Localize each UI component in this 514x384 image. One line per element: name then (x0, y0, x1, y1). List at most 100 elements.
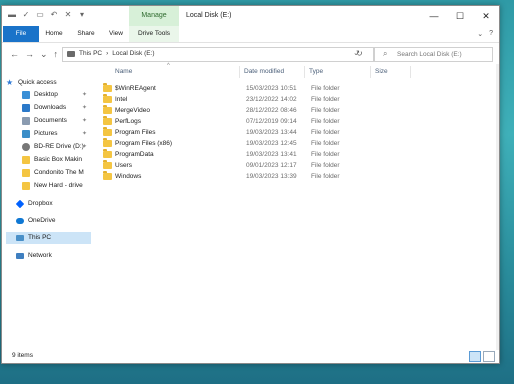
pin-icon: ✦ (81, 118, 87, 124)
folder-icon (103, 116, 112, 125)
file-name: Users (115, 162, 132, 169)
close-button[interactable]: ✕ (473, 6, 499, 26)
column-divider[interactable] (239, 66, 240, 78)
file-name: Program Files (x86) (115, 140, 173, 147)
status-bar: 9 items (2, 349, 499, 363)
sidebar-item-documents[interactable]: Documents ✦ (22, 115, 91, 127)
sidebar-item-basic-box[interactable]: Basic Box Makin (22, 154, 91, 166)
file-date: 15/03/2023 10:51 (246, 85, 297, 92)
navigation-pane: ★ Quick access Desktop ✦ Downloads ✦ Doc… (2, 64, 91, 350)
file-type: File folder (311, 173, 340, 180)
column-header-name[interactable]: Name (115, 68, 132, 75)
sidebar-item-downloads[interactable]: Downloads ✦ (22, 102, 91, 114)
file-type: File folder (311, 162, 340, 169)
table-row[interactable]: PerfLogs 07/12/2019 09:14 File folder (101, 116, 391, 127)
table-row[interactable]: Windows 19/03/2023 13:39 File folder (101, 171, 391, 182)
sidebar-item-pictures[interactable]: Pictures ✦ (22, 128, 91, 140)
onedrive-icon (16, 218, 24, 224)
file-date: 23/12/2022 14:02 (246, 96, 297, 103)
drive-icon (67, 51, 75, 57)
tab-view[interactable]: View (105, 26, 127, 42)
navigation-buttons: ← → ⌄ ↑ (10, 49, 58, 60)
folder-icon (103, 94, 112, 103)
table-row[interactable]: Program Files 19/03/2023 13:44 File fold… (101, 127, 391, 138)
file-name: Intel (115, 96, 128, 103)
large-icons-view-icon[interactable] (483, 351, 495, 362)
sidebar-item-desktop[interactable]: Desktop ✦ (22, 89, 91, 101)
file-name: ProgramData (115, 151, 154, 158)
minimize-button[interactable]: — (421, 6, 447, 26)
details-view-icon[interactable] (469, 351, 481, 362)
folder-icon (103, 171, 112, 180)
table-row[interactable]: MergeVideo 28/12/2022 08:46 File folder (101, 105, 391, 116)
tab-home[interactable]: Home (42, 26, 66, 42)
help-icon[interactable]: ? (489, 30, 493, 38)
file-name: MergeVideo (115, 107, 150, 114)
search-input[interactable] (397, 50, 487, 59)
sidebar-item-condonito[interactable]: Condonito The M (22, 167, 91, 179)
documents-icon (22, 117, 30, 125)
sidebar-item-bd-re-drive[interactable]: BD-RE Drive (D:) ✦ (22, 141, 91, 153)
navigation-row: ← → ⌄ ↑ This PC › Local Disk (E:) ⌄ ↻ ⌕ (2, 44, 499, 64)
sidebar-item-onedrive[interactable]: OneDrive (16, 215, 91, 227)
column-divider[interactable] (304, 66, 305, 78)
tab-drive-tools[interactable]: Drive Tools (129, 26, 179, 42)
qat-system-icon[interactable]: ▬ (8, 11, 16, 19)
breadcrumb-local-disk[interactable]: Local Disk (E:) (112, 50, 154, 57)
sidebar-item-dropbox[interactable]: Dropbox (16, 198, 91, 210)
table-row[interactable]: ProgramData 19/03/2023 13:41 File folder (101, 149, 391, 160)
refresh-icon[interactable]: ↻ (356, 49, 363, 58)
tab-file[interactable]: File (3, 26, 39, 42)
tab-share[interactable]: Share (72, 26, 100, 42)
up-arrow-icon[interactable]: ↑ (54, 49, 59, 60)
sidebar-item-label: Documents (34, 117, 67, 124)
qat-customize-icon[interactable]: ▾ (78, 11, 86, 19)
folder-icon (22, 169, 30, 177)
search-box[interactable]: ⌕ (374, 47, 493, 62)
file-type: File folder (311, 129, 340, 136)
file-date: 28/12/2022 08:46 (246, 107, 297, 114)
manage-contextual-tab-group[interactable]: Manage (129, 6, 179, 26)
table-row[interactable]: Users 09/01/2023 12:17 File folder (101, 160, 391, 171)
file-date: 09/01/2023 12:17 (246, 162, 297, 169)
table-row[interactable]: $WinREAgent 15/03/2023 10:51 File folder (101, 83, 391, 94)
breadcrumb-separator-icon[interactable]: › (106, 50, 108, 57)
scrollbar[interactable] (496, 64, 499, 350)
column-divider[interactable] (370, 66, 371, 78)
address-bar[interactable]: This PC › Local Disk (E:) ⌄ (62, 47, 374, 62)
table-row[interactable]: Intel 23/12/2022 14:02 File folder (101, 94, 391, 105)
sidebar-item-label: Dropbox (28, 200, 53, 207)
table-row[interactable]: Program Files (x86) 19/03/2023 12:45 Fil… (101, 138, 391, 149)
back-arrow-icon[interactable]: ← (10, 49, 19, 60)
maximize-button[interactable]: ☐ (447, 6, 473, 26)
qat-properties-icon[interactable]: ✓ (22, 11, 30, 19)
column-header-size[interactable]: Size (375, 68, 388, 75)
forward-arrow-icon[interactable]: → (25, 49, 34, 60)
breadcrumb-this-pc[interactable]: This PC (79, 50, 102, 57)
qat-new-folder-icon[interactable]: ▭ (36, 11, 44, 19)
column-divider[interactable] (410, 66, 411, 78)
qat-delete-icon[interactable]: ✕ (64, 11, 72, 19)
folder-icon (103, 149, 112, 158)
sidebar-item-quick-access[interactable]: ★ Quick access (6, 77, 91, 89)
qat-undo-icon[interactable]: ↶ (50, 11, 58, 19)
folder-icon (22, 182, 30, 190)
window-controls: — ☐ ✕ (421, 6, 499, 26)
file-type: File folder (311, 96, 340, 103)
file-date: 19/03/2023 12:45 (246, 140, 297, 147)
column-header-type[interactable]: Type (309, 68, 323, 75)
file-date: 19/03/2023 13:39 (246, 173, 297, 180)
recent-locations-icon[interactable]: ⌄ (40, 49, 48, 60)
folder-icon (103, 83, 112, 92)
expand-ribbon-icon[interactable]: ⌄ (477, 30, 483, 38)
folder-icon (103, 105, 112, 114)
search-icon: ⌕ (383, 49, 388, 58)
column-header-date-modified[interactable]: Date modified (244, 68, 284, 75)
view-toggle (469, 351, 495, 362)
pin-icon: ✦ (81, 92, 87, 98)
sidebar-item-new-hard-drive[interactable]: New Hard - drive (22, 180, 91, 192)
sidebar-item-network[interactable]: Network (16, 250, 91, 262)
sidebar-item-this-pc[interactable]: This PC (6, 232, 91, 244)
file-date: 07/12/2019 09:14 (246, 118, 297, 125)
file-name: $WinREAgent (115, 85, 156, 92)
